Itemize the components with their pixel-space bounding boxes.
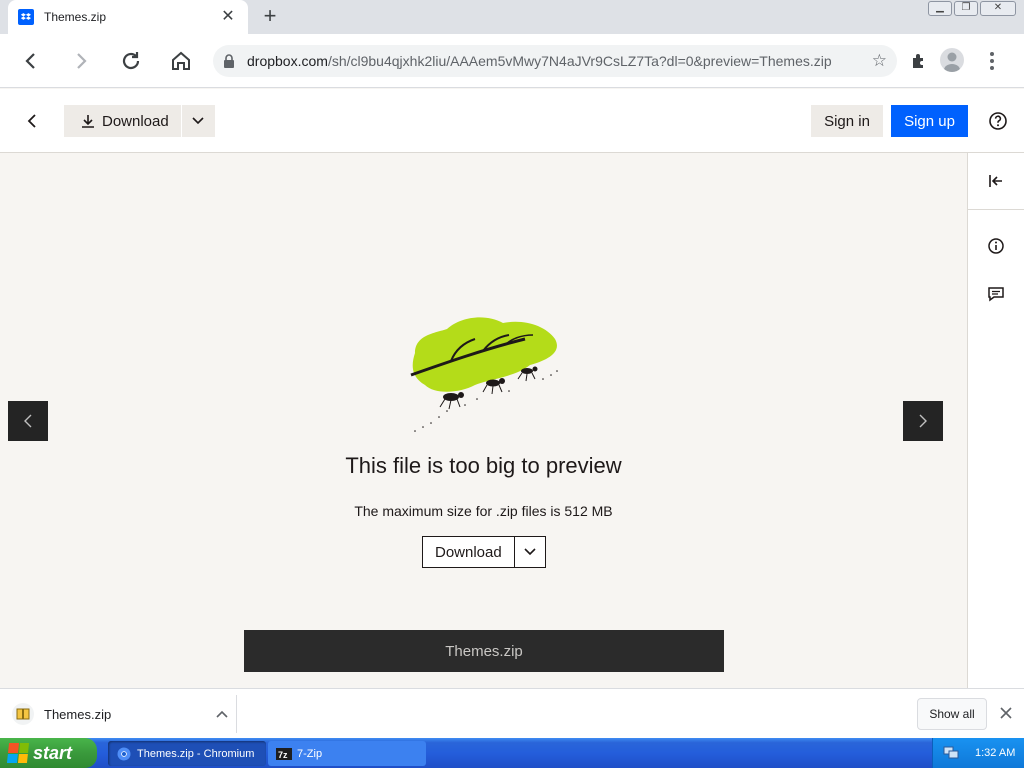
window-controls: ▁ ❐ ✕ bbox=[928, 1, 1016, 16]
collapse-sidebar-icon[interactable] bbox=[984, 169, 1008, 193]
taskbar-item-chromium[interactable]: Themes.zip - Chromium bbox=[108, 741, 266, 766]
taskbar-item-7zip[interactable]: 7z 7-Zip bbox=[268, 741, 426, 766]
bookmark-star-icon[interactable]: ☆ bbox=[872, 51, 887, 71]
url-text: dropbox.com/sh/cl9bu4qjxhk2liu/AAAem5vMw… bbox=[247, 53, 832, 69]
reload-icon[interactable] bbox=[116, 46, 146, 76]
download-options-chevron-icon[interactable] bbox=[182, 105, 215, 137]
back-arrow-icon[interactable] bbox=[18, 107, 46, 135]
taskbar-item-label: Themes.zip - Chromium bbox=[137, 747, 255, 760]
lock-icon bbox=[223, 54, 237, 68]
start-button[interactable]: start bbox=[0, 738, 97, 768]
tab-title: Themes.zip bbox=[44, 10, 107, 24]
preview-download-chevron-icon[interactable] bbox=[515, 537, 545, 567]
preview-download-split-button: Download bbox=[422, 536, 546, 568]
downloaded-file-name: Themes.zip bbox=[44, 706, 112, 722]
max-size-message: The maximum size for .zip files is 512 M… bbox=[354, 503, 613, 519]
previous-file-icon[interactable] bbox=[8, 401, 48, 441]
browser-menu-icon[interactable] bbox=[982, 48, 1002, 74]
download-shelf: Themes.zip Show all bbox=[0, 688, 1024, 738]
help-icon[interactable] bbox=[988, 111, 1008, 136]
profile-avatar-icon[interactable] bbox=[940, 48, 964, 72]
sign-in-button[interactable]: Sign in bbox=[811, 105, 883, 137]
sign-up-button[interactable]: Sign up bbox=[891, 105, 968, 137]
browser-tab[interactable]: Themes.zip ✕ bbox=[8, 0, 248, 34]
preview-download-button[interactable]: Download bbox=[423, 537, 515, 567]
zip-file-icon bbox=[12, 703, 34, 725]
next-file-icon[interactable] bbox=[903, 401, 943, 441]
browser-toolbar: dropbox.com/sh/cl9bu4qjxhk2liu/AAAem5vMw… bbox=[0, 34, 1024, 88]
downloaded-file-item[interactable]: Themes.zip bbox=[12, 699, 234, 729]
download-icon bbox=[82, 115, 94, 128]
taskbar-item-label: 7-Zip bbox=[297, 747, 323, 760]
filename-bar: Themes.zip bbox=[244, 630, 724, 672]
shelf-separator bbox=[236, 695, 237, 733]
tab-strip: Themes.zip ✕ + ▁ ❐ ✕ bbox=[0, 0, 1024, 34]
show-all-button[interactable]: Show all bbox=[917, 698, 987, 730]
comment-icon[interactable] bbox=[984, 282, 1008, 306]
dropbox-header: Download Sign in Sign up bbox=[0, 89, 1024, 153]
back-icon[interactable] bbox=[16, 46, 46, 76]
window-close-icon[interactable]: ✕ bbox=[980, 1, 1016, 16]
sidebar-divider bbox=[968, 209, 1024, 210]
preview-area: This file is too big to preview The maxi… bbox=[0, 153, 967, 688]
restore-icon[interactable]: ❐ bbox=[954, 1, 978, 16]
clock: 1:32 AM bbox=[975, 747, 1016, 759]
info-icon[interactable] bbox=[984, 234, 1008, 258]
forward-icon[interactable] bbox=[66, 46, 96, 76]
download-item-chevron-up-icon[interactable] bbox=[210, 710, 234, 718]
new-tab-icon[interactable]: + bbox=[258, 5, 282, 29]
address-bar[interactable]: dropbox.com/sh/cl9bu4qjxhk2liu/AAAem5vMw… bbox=[213, 45, 897, 77]
ants-carrying-leaf-illustration bbox=[410, 317, 558, 432]
too-big-heading: This file is too big to preview bbox=[345, 453, 622, 478]
shelf-close-icon[interactable] bbox=[996, 703, 1016, 723]
network-tray-icon[interactable] bbox=[943, 744, 959, 763]
header-download-button[interactable]: Download bbox=[64, 105, 182, 137]
dropbox-favicon-icon bbox=[18, 9, 34, 25]
right-sidebar bbox=[967, 153, 1024, 688]
system-tray: 1:32 AM bbox=[932, 738, 1024, 768]
header-download-label: Download bbox=[102, 112, 169, 130]
start-label: start bbox=[33, 742, 73, 763]
tab-close-icon[interactable]: ✕ bbox=[218, 7, 238, 27]
extensions-puzzle-icon[interactable] bbox=[907, 49, 931, 73]
svg-text:7z: 7z bbox=[278, 750, 288, 760]
windows-logo-icon bbox=[6, 743, 30, 763]
7zip-icon: 7z bbox=[276, 746, 292, 762]
minimize-icon[interactable]: ▁ bbox=[928, 1, 952, 16]
chromium-icon bbox=[116, 746, 132, 762]
home-icon[interactable] bbox=[166, 46, 196, 76]
header-download-split-button: Download bbox=[64, 105, 215, 137]
windows-taskbar: start Themes.zip - Chromium 7z 7-Zip 1:3… bbox=[0, 738, 1024, 768]
